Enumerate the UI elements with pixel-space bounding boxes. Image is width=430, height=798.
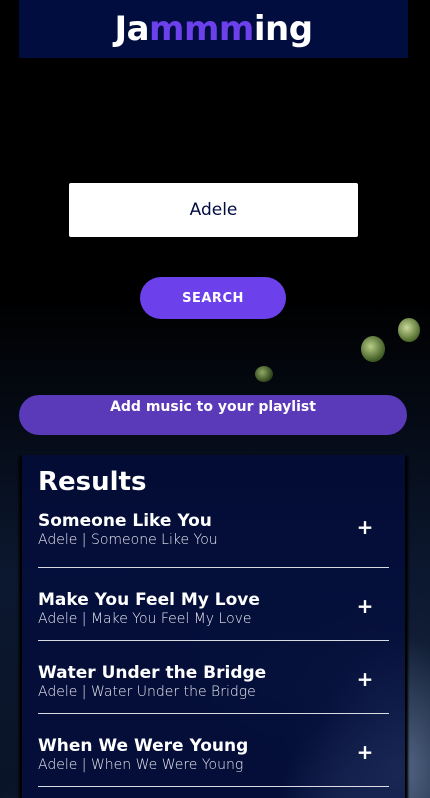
search-button[interactable]: SEARCH <box>140 277 286 319</box>
app-header: Jammming <box>19 0 408 58</box>
plus-icon: + <box>356 667 374 691</box>
track-info: Water Under the Bridge Adele | Water Und… <box>38 661 389 701</box>
add-to-playlist-banner: Add music to your playlist <box>19 395 407 435</box>
logo-suffix: ing <box>253 9 313 49</box>
track-row: Water Under the Bridge Adele | Water Und… <box>38 641 389 714</box>
results-title: Results <box>38 467 147 497</box>
track-info: Make You Feel My Love Adele | Make You F… <box>38 588 389 628</box>
plus-icon: + <box>356 594 374 618</box>
track-name: Someone Like You <box>38 511 212 531</box>
track-info: When We Were Young Adele | When We Were … <box>38 734 389 774</box>
water-droplet <box>398 318 420 342</box>
track-artist-album: Adele | Someone Like You <box>38 532 218 548</box>
track-info: Someone Like You Adele | Someone Like Yo… <box>38 509 389 549</box>
track-row: Someone Like You Adele | Someone Like Yo… <box>38 509 389 568</box>
track-row: When We Were Young Adele | When We Were … <box>38 714 389 787</box>
add-track-button[interactable]: + <box>353 667 377 691</box>
app-page: Jammming SEARCH Add music to your playli… <box>0 0 430 798</box>
logo-prefix: Ja <box>114 9 150 49</box>
track-name: When We Were Young <box>38 736 249 756</box>
track-artist-album: Adele | Make You Feel My Love <box>38 611 252 627</box>
track-artist-album: Adele | When We Were Young <box>38 757 244 773</box>
water-droplet <box>361 336 385 362</box>
plus-icon: + <box>356 740 374 764</box>
track-artist-album: Adele | Water Under the Bridge <box>38 684 256 700</box>
results-panel: Results Someone Like You Adele | Someone… <box>22 455 405 798</box>
water-droplet <box>255 366 273 382</box>
plus-icon: + <box>356 515 374 539</box>
add-to-playlist-label: Add music to your playlist <box>110 399 316 415</box>
add-track-button[interactable]: + <box>353 740 377 764</box>
add-track-button[interactable]: + <box>353 594 377 618</box>
track-row: Make You Feel My Love Adele | Make You F… <box>38 568 389 641</box>
add-track-button[interactable]: + <box>353 515 377 539</box>
app-logo: Jammming <box>114 9 313 49</box>
search-input[interactable] <box>69 183 358 237</box>
track-name: Make You Feel My Love <box>38 590 260 610</box>
track-name: Water Under the Bridge <box>38 663 267 683</box>
logo-accent: mmm <box>149 9 254 49</box>
